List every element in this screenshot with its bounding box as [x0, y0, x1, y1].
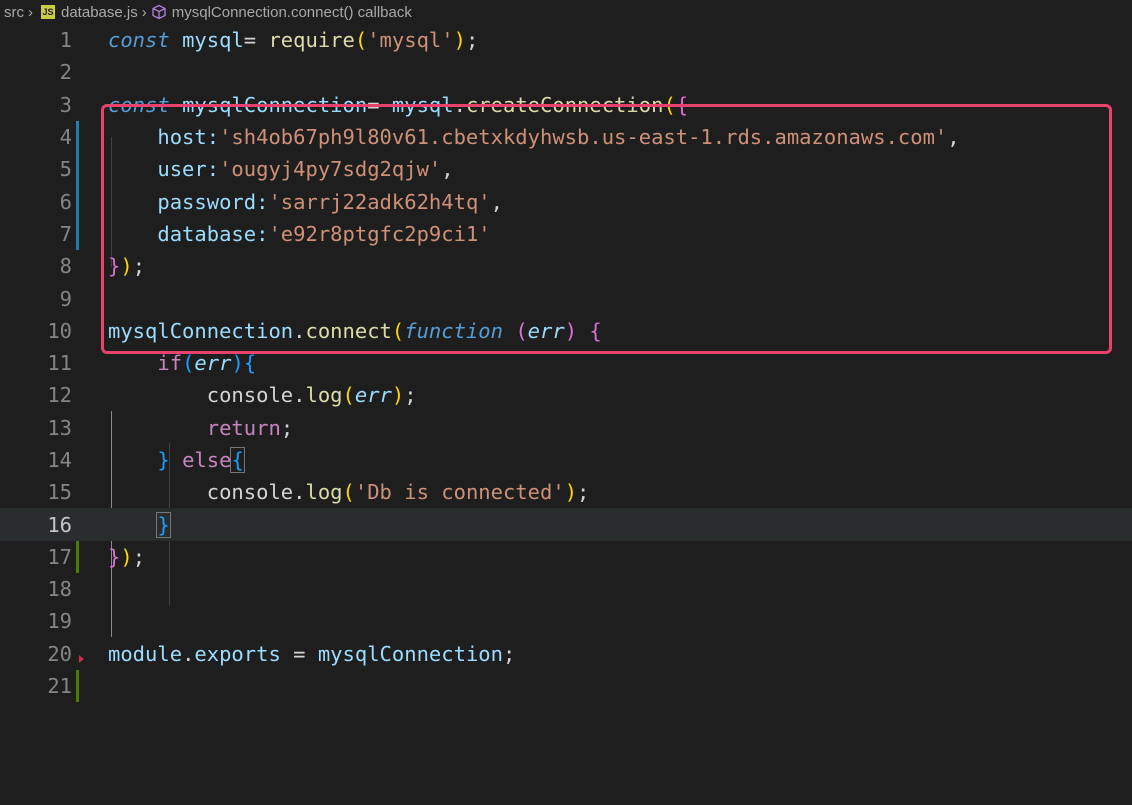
- line-number: 2: [59, 60, 72, 85]
- code-line[interactable]: 20 module.exports = mysqlConnection;: [0, 638, 1132, 670]
- code-line[interactable]: 12 console.log(err);: [0, 379, 1132, 411]
- cube-icon: [152, 4, 166, 20]
- line-number: 12: [47, 383, 72, 408]
- code-line[interactable]: 11 if(err){: [0, 347, 1132, 379]
- line-number: 5: [59, 157, 72, 182]
- code-line[interactable]: 5 user:'ougyj4py7sdg2qjw',: [0, 153, 1132, 186]
- line-number: 18: [47, 577, 72, 602]
- chevron-right-icon: ›: [141, 3, 147, 21]
- code-line[interactable]: 7 database:'e92r8ptgfc2p9ci1': [0, 217, 1132, 251]
- js-file-icon: JS: [41, 5, 55, 19]
- line-number: 3: [59, 92, 72, 117]
- line-number: 15: [47, 480, 72, 505]
- code-line[interactable]: 19: [0, 605, 1132, 637]
- code-line[interactable]: 18: [0, 573, 1132, 605]
- gutter-modified-marker: [76, 217, 79, 251]
- line-number: 7: [59, 221, 72, 246]
- breadcrumb-folder[interactable]: src: [4, 4, 24, 21]
- line-number: 1: [59, 28, 72, 53]
- line-number: 13: [47, 415, 72, 440]
- gutter-added-marker: [76, 669, 79, 703]
- line-number: 14: [47, 448, 72, 472]
- code-line[interactable]: 13 return;: [0, 412, 1132, 444]
- code-line[interactable]: 17 });: [0, 540, 1132, 574]
- code-line-current[interactable]: 16 }: [0, 508, 1132, 542]
- line-number: 6: [59, 189, 72, 214]
- chevron-right-icon: ›: [28, 3, 33, 21]
- line-number: 21: [47, 674, 72, 699]
- gutter-added-marker: [76, 540, 79, 574]
- breadcrumb-symbol[interactable]: mysqlConnection.connect() callback: [172, 4, 412, 21]
- code-editor[interactable]: 1 const mysql= require('mysql'); 2 3 con…: [0, 24, 1132, 703]
- line-number: 17: [47, 544, 72, 569]
- line-number: 9: [59, 286, 72, 311]
- code-line[interactable]: 3 const mysqlConnection= mysql.createCon…: [0, 89, 1132, 121]
- code-line[interactable]: 9: [0, 282, 1132, 314]
- breadcrumb: src › JS database.js › mysqlConnection.c…: [0, 0, 1132, 24]
- gutter-modified-marker: [76, 185, 79, 218]
- line-number: 10: [47, 318, 72, 343]
- line-number: 20: [47, 641, 72, 666]
- code-line[interactable]: 1 const mysql= require('mysql');: [0, 24, 1132, 56]
- line-number: 11: [47, 351, 72, 376]
- code-line[interactable]: 6 password:'sarrj22adk62h4tq',: [0, 185, 1132, 218]
- code-line[interactable]: 4 host:'sh4ob67ph9l80v61.cbetxkdyhwsb.us…: [0, 120, 1132, 154]
- line-number: 8: [59, 254, 72, 279]
- code-line[interactable]: 2: [0, 56, 1132, 88]
- code-line[interactable]: 15 console.log('Db is connected');: [0, 476, 1132, 508]
- code-line[interactable]: 21: [0, 669, 1132, 703]
- code-line[interactable]: 10 mysqlConnection.connect(function (err…: [0, 315, 1132, 347]
- code-line[interactable]: 14 } else{: [0, 444, 1132, 476]
- code-line[interactable]: 8 });: [0, 250, 1132, 282]
- line-number: 19: [47, 609, 72, 634]
- gutter-modified-marker: [76, 120, 79, 154]
- gutter-modified-marker: [76, 153, 79, 186]
- breadcrumb-file[interactable]: database.js: [61, 4, 138, 21]
- line-number: 16: [47, 512, 72, 537]
- line-number: 4: [59, 125, 72, 150]
